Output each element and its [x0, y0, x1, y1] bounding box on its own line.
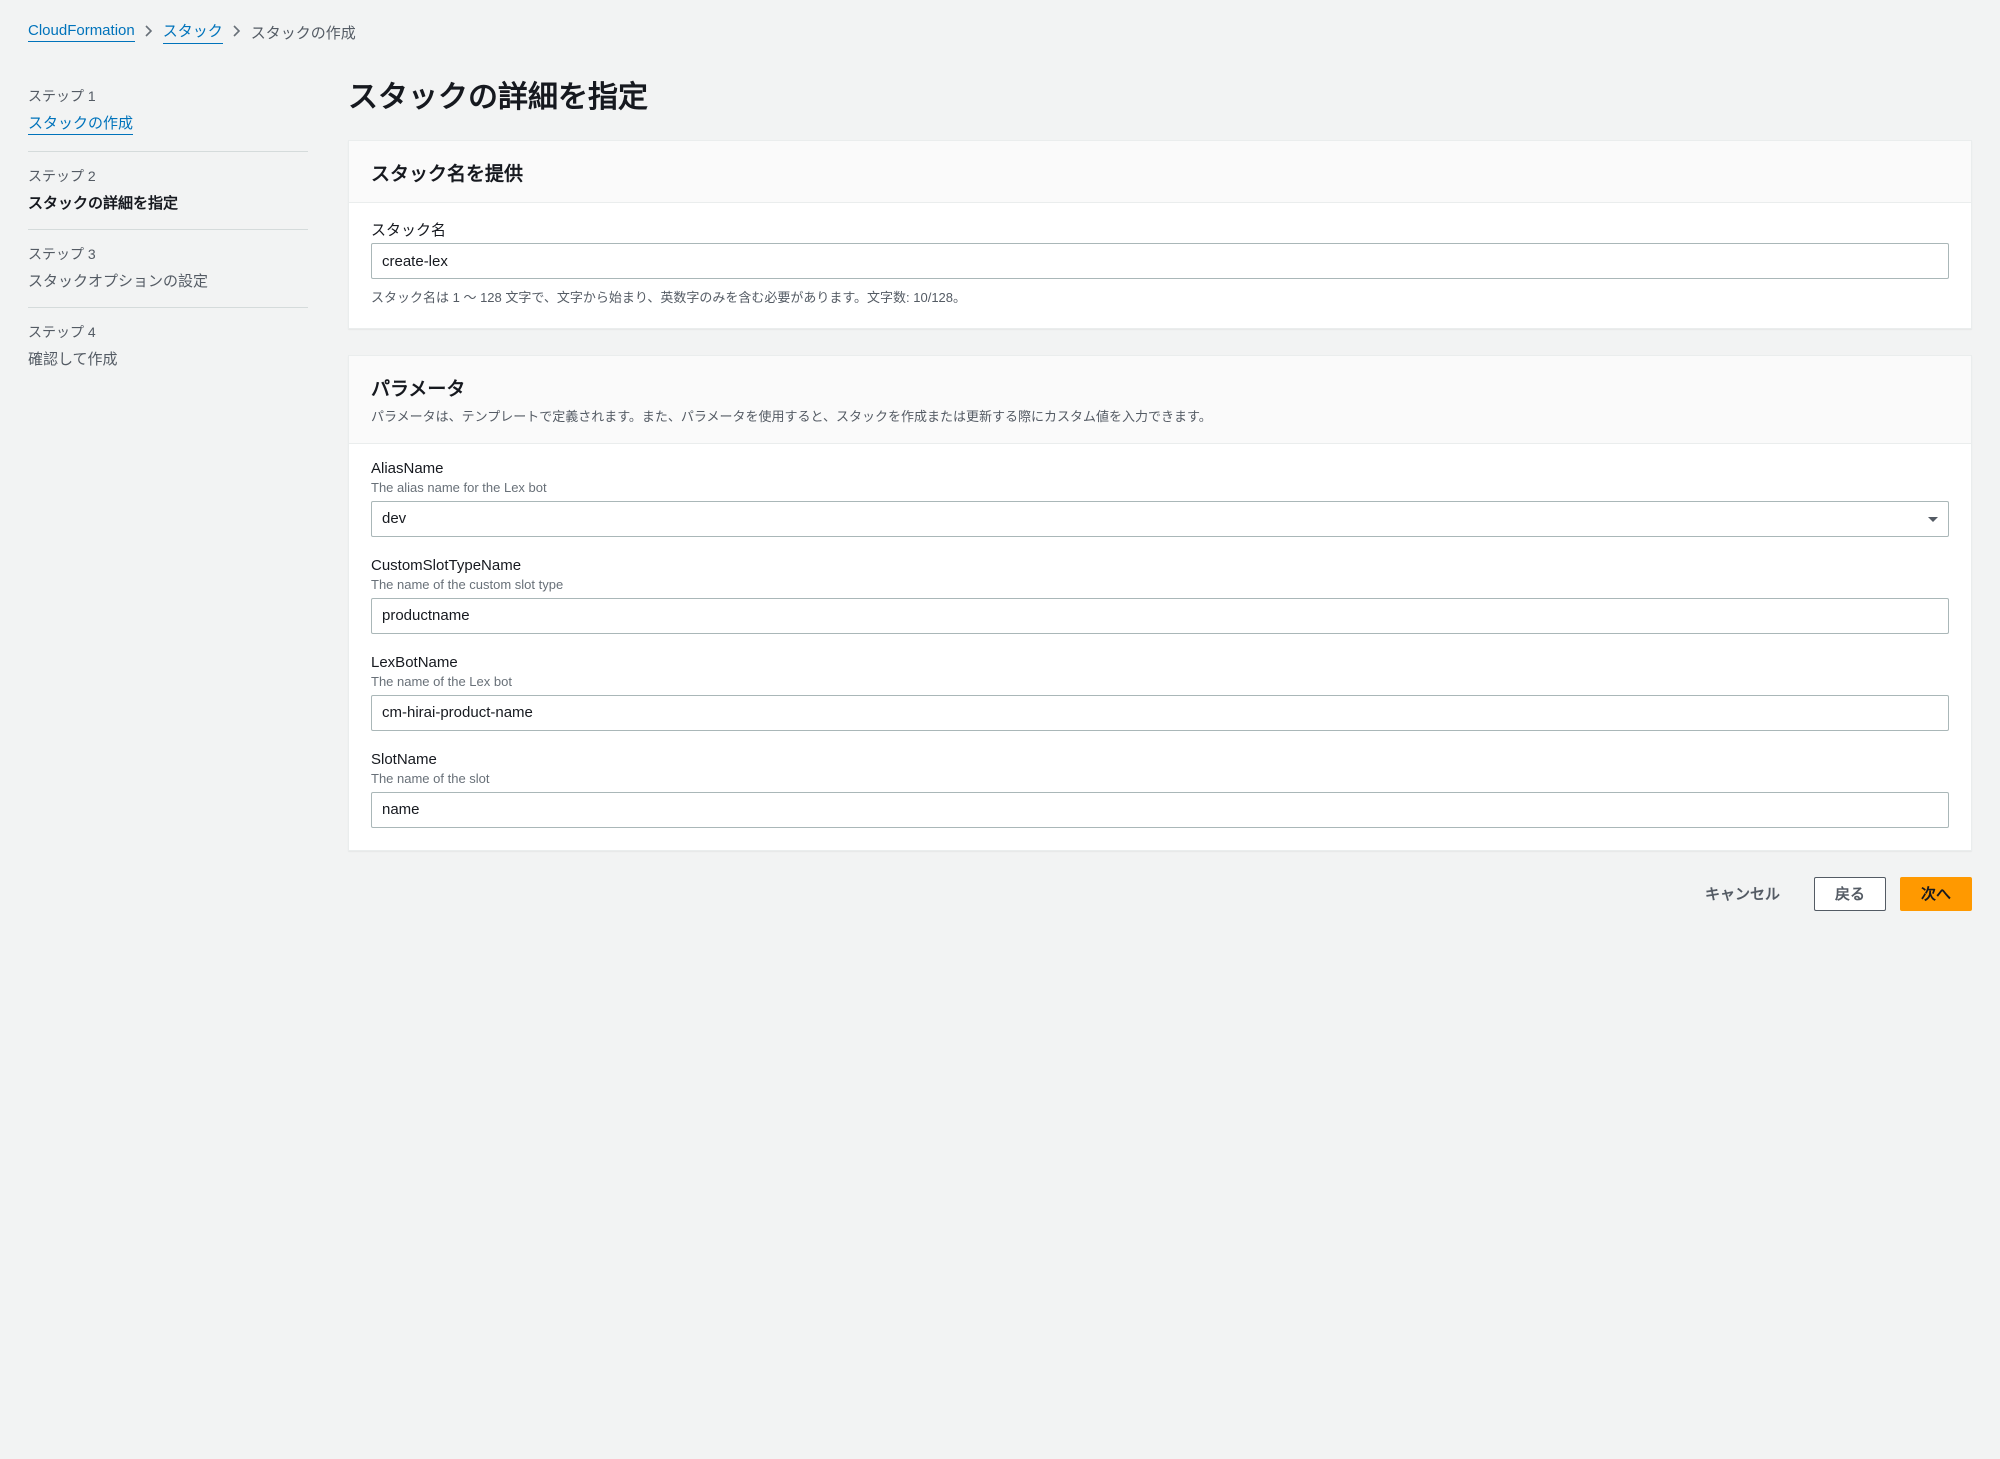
stack-name-input[interactable]: [371, 243, 1949, 279]
page-title: スタックの詳細を指定: [348, 72, 1972, 116]
wizard-steps: ステップ 1 スタックの作成 ステップ 2 スタックの詳細を指定 ステップ 3 …: [28, 72, 308, 911]
panel-description: パラメータは、テンプレートで定義されます。また、パラメータを使用すると、スタック…: [371, 407, 1949, 427]
next-button[interactable]: 次へ: [1900, 877, 1972, 911]
chevron-right-icon: [233, 25, 241, 40]
back-button[interactable]: 戻る: [1814, 877, 1886, 911]
cancel-button[interactable]: キャンセル: [1685, 877, 1800, 911]
step-number: ステップ 1: [28, 86, 308, 106]
field-label: AliasName: [371, 460, 1949, 477]
step-title[interactable]: スタックの作成: [28, 112, 133, 135]
wizard-actions: キャンセル 戻る 次へ: [348, 877, 1972, 911]
step-title: スタックの詳細を指定: [28, 192, 308, 213]
field-help: スタック名は 1 〜 128 文字で、文字から始まり、英数字のみを含む必要があり…: [371, 287, 1949, 306]
breadcrumb-stacks[interactable]: スタック: [163, 20, 223, 44]
parameters-panel: パラメータ パラメータは、テンプレートで定義されます。また、パラメータを使用する…: [348, 355, 1972, 851]
chevron-right-icon: [145, 25, 153, 40]
field-sublabel: The name of the slot: [371, 771, 1949, 786]
aliasname-select[interactable]: dev: [371, 501, 1949, 537]
panel-heading: パラメータ: [371, 374, 1949, 401]
lexbotname-input[interactable]: [371, 695, 1949, 731]
field-label: スタック名: [371, 219, 1949, 240]
param-aliasname-field: AliasName The alias name for the Lex bot…: [371, 460, 1949, 537]
wizard-step-1[interactable]: ステップ 1 スタックの作成: [28, 72, 308, 152]
field-label: LexBotName: [371, 654, 1949, 671]
wizard-step-2: ステップ 2 スタックの詳細を指定: [28, 152, 308, 230]
breadcrumb: CloudFormation スタック スタックの作成: [28, 20, 1972, 44]
wizard-step-3: ステップ 3 スタックオプションの設定: [28, 230, 308, 308]
field-label: SlotName: [371, 751, 1949, 768]
step-number: ステップ 4: [28, 322, 308, 342]
slotname-input[interactable]: [371, 792, 1949, 828]
field-sublabel: The name of the Lex bot: [371, 674, 1949, 689]
param-slotname-field: SlotName The name of the slot: [371, 751, 1949, 828]
step-title: スタックオプションの設定: [28, 270, 308, 291]
field-sublabel: The name of the custom slot type: [371, 577, 1949, 592]
main-content: スタックの詳細を指定 スタック名を提供 スタック名 スタック名は 1 〜 128…: [348, 72, 1972, 911]
param-lexbotname-field: LexBotName The name of the Lex bot: [371, 654, 1949, 731]
stack-name-field: スタック名 スタック名は 1 〜 128 文字で、文字から始まり、英数字のみを含…: [371, 219, 1949, 306]
panel-header: パラメータ パラメータは、テンプレートで定義されます。また、パラメータを使用する…: [349, 356, 1971, 444]
wizard-step-4: ステップ 4 確認して作成: [28, 308, 308, 385]
breadcrumb-cloudformation[interactable]: CloudFormation: [28, 22, 135, 42]
field-label: CustomSlotTypeName: [371, 557, 1949, 574]
stack-name-panel: スタック名を提供 スタック名 スタック名は 1 〜 128 文字で、文字から始ま…: [348, 140, 1972, 329]
step-number: ステップ 2: [28, 166, 308, 186]
step-number: ステップ 3: [28, 244, 308, 264]
breadcrumb-current: スタックの作成: [251, 22, 356, 43]
field-sublabel: The alias name for the Lex bot: [371, 480, 1949, 495]
customslottypename-input[interactable]: [371, 598, 1949, 634]
panel-heading: スタック名を提供: [371, 159, 1949, 186]
param-customslottypename-field: CustomSlotTypeName The name of the custo…: [371, 557, 1949, 634]
panel-header: スタック名を提供: [349, 141, 1971, 203]
step-title: 確認して作成: [28, 348, 308, 369]
